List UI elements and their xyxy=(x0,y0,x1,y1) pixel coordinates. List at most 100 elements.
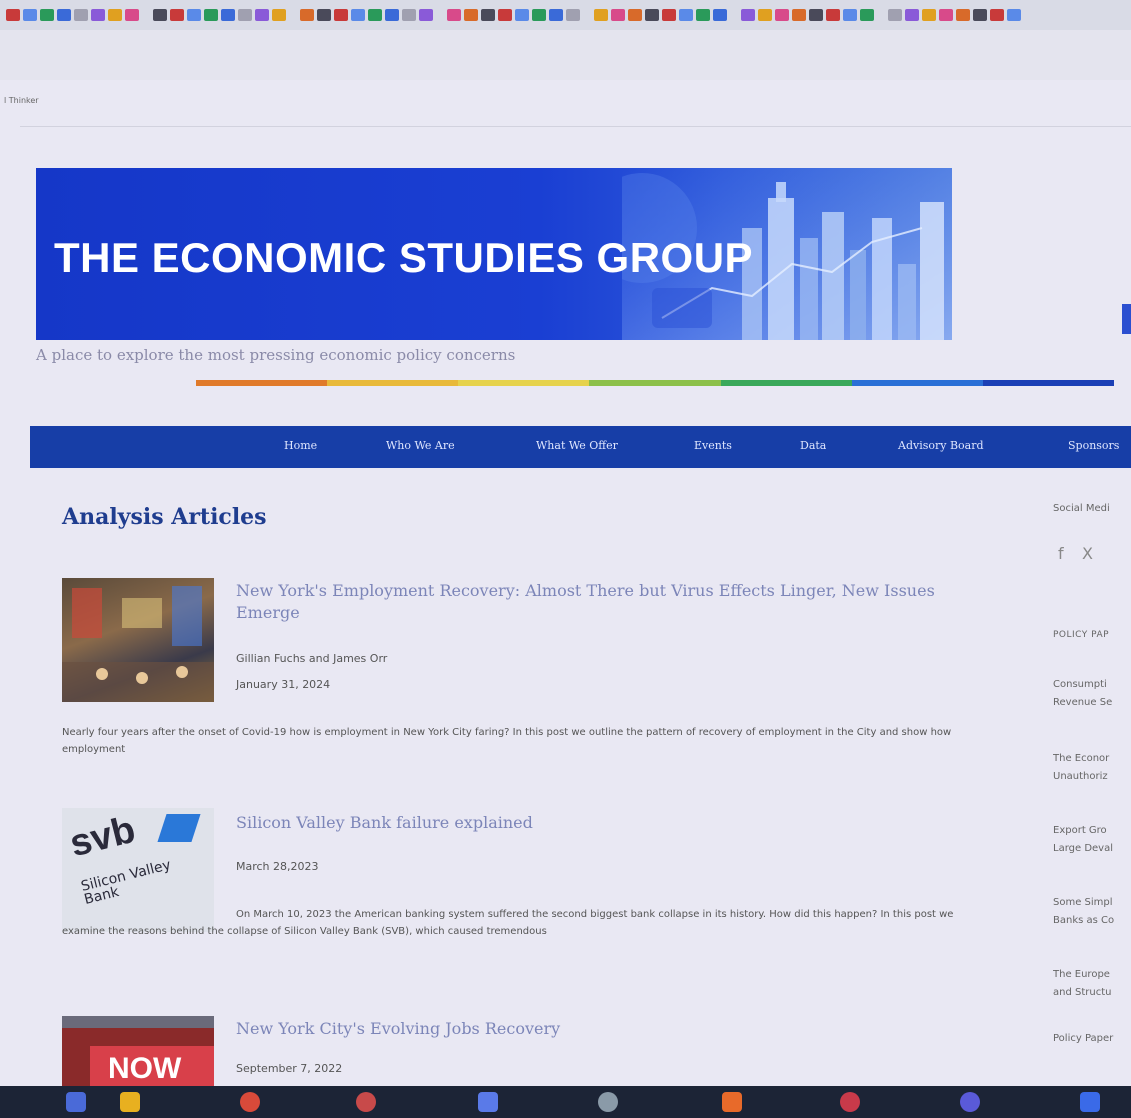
app-icon xyxy=(1080,1092,1100,1112)
bookmark-icon[interactable] xyxy=(532,9,546,21)
bookmark-icon[interactable] xyxy=(153,9,167,21)
bookmark-icon[interactable] xyxy=(23,9,37,21)
taskbar-app-10[interactable] xyxy=(1080,1092,1120,1112)
bookmark-icon[interactable] xyxy=(464,9,478,21)
nav-home[interactable]: Home xyxy=(284,439,317,452)
taskbar-app-8[interactable] xyxy=(840,1092,940,1112)
bookmark-icon[interactable] xyxy=(566,9,580,21)
taskbar-app-7[interactable] xyxy=(722,1092,822,1112)
article-title[interactable]: New York City's Evolving Jobs Recovery xyxy=(236,1018,996,1040)
color-divider-segment xyxy=(327,380,459,386)
bookmark-icon[interactable] xyxy=(594,9,608,21)
bookmark-icon[interactable] xyxy=(888,9,902,21)
nav-data[interactable]: Data xyxy=(800,439,826,452)
sidebar-item-5[interactable]: The Europe and Structu xyxy=(1053,966,1131,1002)
x-icon[interactable]: X xyxy=(1082,544,1093,563)
nav-sponsors[interactable]: Sponsors xyxy=(1068,439,1119,452)
bookmark-icon[interactable] xyxy=(447,9,461,21)
bookmark-icon[interactable] xyxy=(221,9,235,21)
bookmark-icon[interactable] xyxy=(809,9,823,21)
bookmark-icon[interactable] xyxy=(385,9,399,21)
bookmark-icon[interactable] xyxy=(696,9,710,21)
svb-logo-mark xyxy=(157,814,201,842)
bookmark-icon[interactable] xyxy=(272,9,286,21)
article-authors: Gillian Fuchs and James Orr xyxy=(236,652,388,665)
bookmark-icon[interactable] xyxy=(775,9,789,21)
bookmark-icon[interactable] xyxy=(300,9,314,21)
bookmark-icon[interactable] xyxy=(792,9,806,21)
section-title: Analysis Articles xyxy=(62,504,267,530)
sidebar-item-4[interactable]: Some Simpl Banks as Co xyxy=(1053,894,1131,930)
taskbar-app-2[interactable] xyxy=(120,1092,220,1112)
bookmark-icon[interactable] xyxy=(939,9,953,21)
bookmark-icon[interactable] xyxy=(91,9,105,21)
article-title[interactable]: New York's Employment Recovery: Almost T… xyxy=(236,580,996,624)
nav-what-we-offer[interactable]: What We Offer xyxy=(536,439,618,452)
taskbar-app-1[interactable] xyxy=(66,1092,106,1112)
bookmark-icon[interactable] xyxy=(74,9,88,21)
taskbar-app-6[interactable] xyxy=(598,1092,698,1112)
bookmark-icon[interactable] xyxy=(317,9,331,21)
bookmark-icon[interactable] xyxy=(905,9,919,21)
taskbar-app-3[interactable] xyxy=(240,1092,340,1112)
bookmark-icon[interactable] xyxy=(334,9,348,21)
bookmark-icon[interactable] xyxy=(515,9,529,21)
bookmark-icon[interactable] xyxy=(549,9,563,21)
bookmark-icon[interactable] xyxy=(973,9,987,21)
bookmark-icon[interactable] xyxy=(628,9,642,21)
bookmark-icon[interactable] xyxy=(125,9,139,21)
bookmark-icon[interactable] xyxy=(187,9,201,21)
article-thumbnail-now[interactable]: NOW xyxy=(62,1016,214,1086)
article-title[interactable]: Silicon Valley Bank failure explained xyxy=(236,812,996,834)
bookmark-icon[interactable] xyxy=(170,9,184,21)
site-title[interactable]: THE ECONOMIC STUDIES GROUP xyxy=(54,234,753,282)
article-excerpt: On March 10, 2023 the American banking s… xyxy=(62,909,954,937)
bookmark-icon[interactable] xyxy=(758,9,772,21)
bookmark-icon[interactable] xyxy=(419,9,433,21)
nav-advisory-board[interactable]: Advisory Board xyxy=(898,439,984,452)
bookmark-icon[interactable] xyxy=(40,9,54,21)
bookmark-icon[interactable] xyxy=(611,9,625,21)
bookmark-icon[interactable] xyxy=(679,9,693,21)
bookmark-icon[interactable] xyxy=(956,9,970,21)
folder-icon xyxy=(120,1092,140,1112)
bookmark-icon[interactable] xyxy=(238,9,252,21)
bookmark-icon[interactable] xyxy=(402,9,416,21)
browser-icon xyxy=(356,1092,376,1112)
taskbar-app-5[interactable] xyxy=(478,1092,578,1112)
article-thumbnail-times-square[interactable] xyxy=(62,578,214,702)
bookmark-icon[interactable] xyxy=(922,9,936,21)
bookmark-icon[interactable] xyxy=(713,9,727,21)
sidebar-item-2[interactable]: The Econor Unauthoriz xyxy=(1053,750,1131,786)
svb-logo-text: svb xyxy=(65,808,140,866)
bookmark-icon[interactable] xyxy=(741,9,755,21)
bookmark-icon[interactable] xyxy=(860,9,874,21)
nav-events[interactable]: Events xyxy=(694,439,732,452)
now-sign-text: NOW xyxy=(108,1052,182,1085)
sidebar-item-3[interactable]: Export Gro Large Deval xyxy=(1053,822,1131,858)
taskbar-app-4[interactable] xyxy=(356,1092,456,1112)
bookmark-icon[interactable] xyxy=(351,9,365,21)
bookmark-icon[interactable] xyxy=(255,9,269,21)
bookmark-icon[interactable] xyxy=(990,9,1004,21)
bookmark-icon[interactable] xyxy=(368,9,382,21)
bookmark-icon[interactable] xyxy=(57,9,71,21)
bookmark-icon[interactable] xyxy=(1007,9,1021,21)
bookmark-icon[interactable] xyxy=(826,9,840,21)
bookmark-icon[interactable] xyxy=(204,9,218,21)
bookmark-icon[interactable] xyxy=(645,9,659,21)
nav-who-we-are[interactable]: Who We Are xyxy=(386,439,455,452)
article-date: March 28,2023 xyxy=(236,860,319,873)
facebook-icon[interactable]: f xyxy=(1058,544,1064,563)
bookmark-icon[interactable] xyxy=(6,9,20,21)
bookmark-icon[interactable] xyxy=(843,9,857,21)
header-divider xyxy=(20,126,1131,127)
bookmark-icon[interactable] xyxy=(498,9,512,21)
bookmark-icon[interactable] xyxy=(108,9,122,21)
sidebar-item-1[interactable]: Consumpti Revenue Se xyxy=(1053,676,1131,712)
bookmark-icon[interactable] xyxy=(481,9,495,21)
bookmark-icon[interactable] xyxy=(662,9,676,21)
site-banner[interactable]: THE ECONOMIC STUDIES GROUP xyxy=(36,168,952,340)
sidebar-policy-papers-link[interactable]: Policy Paper xyxy=(1053,1030,1131,1048)
taskbar-app-9[interactable] xyxy=(960,1092,1060,1112)
